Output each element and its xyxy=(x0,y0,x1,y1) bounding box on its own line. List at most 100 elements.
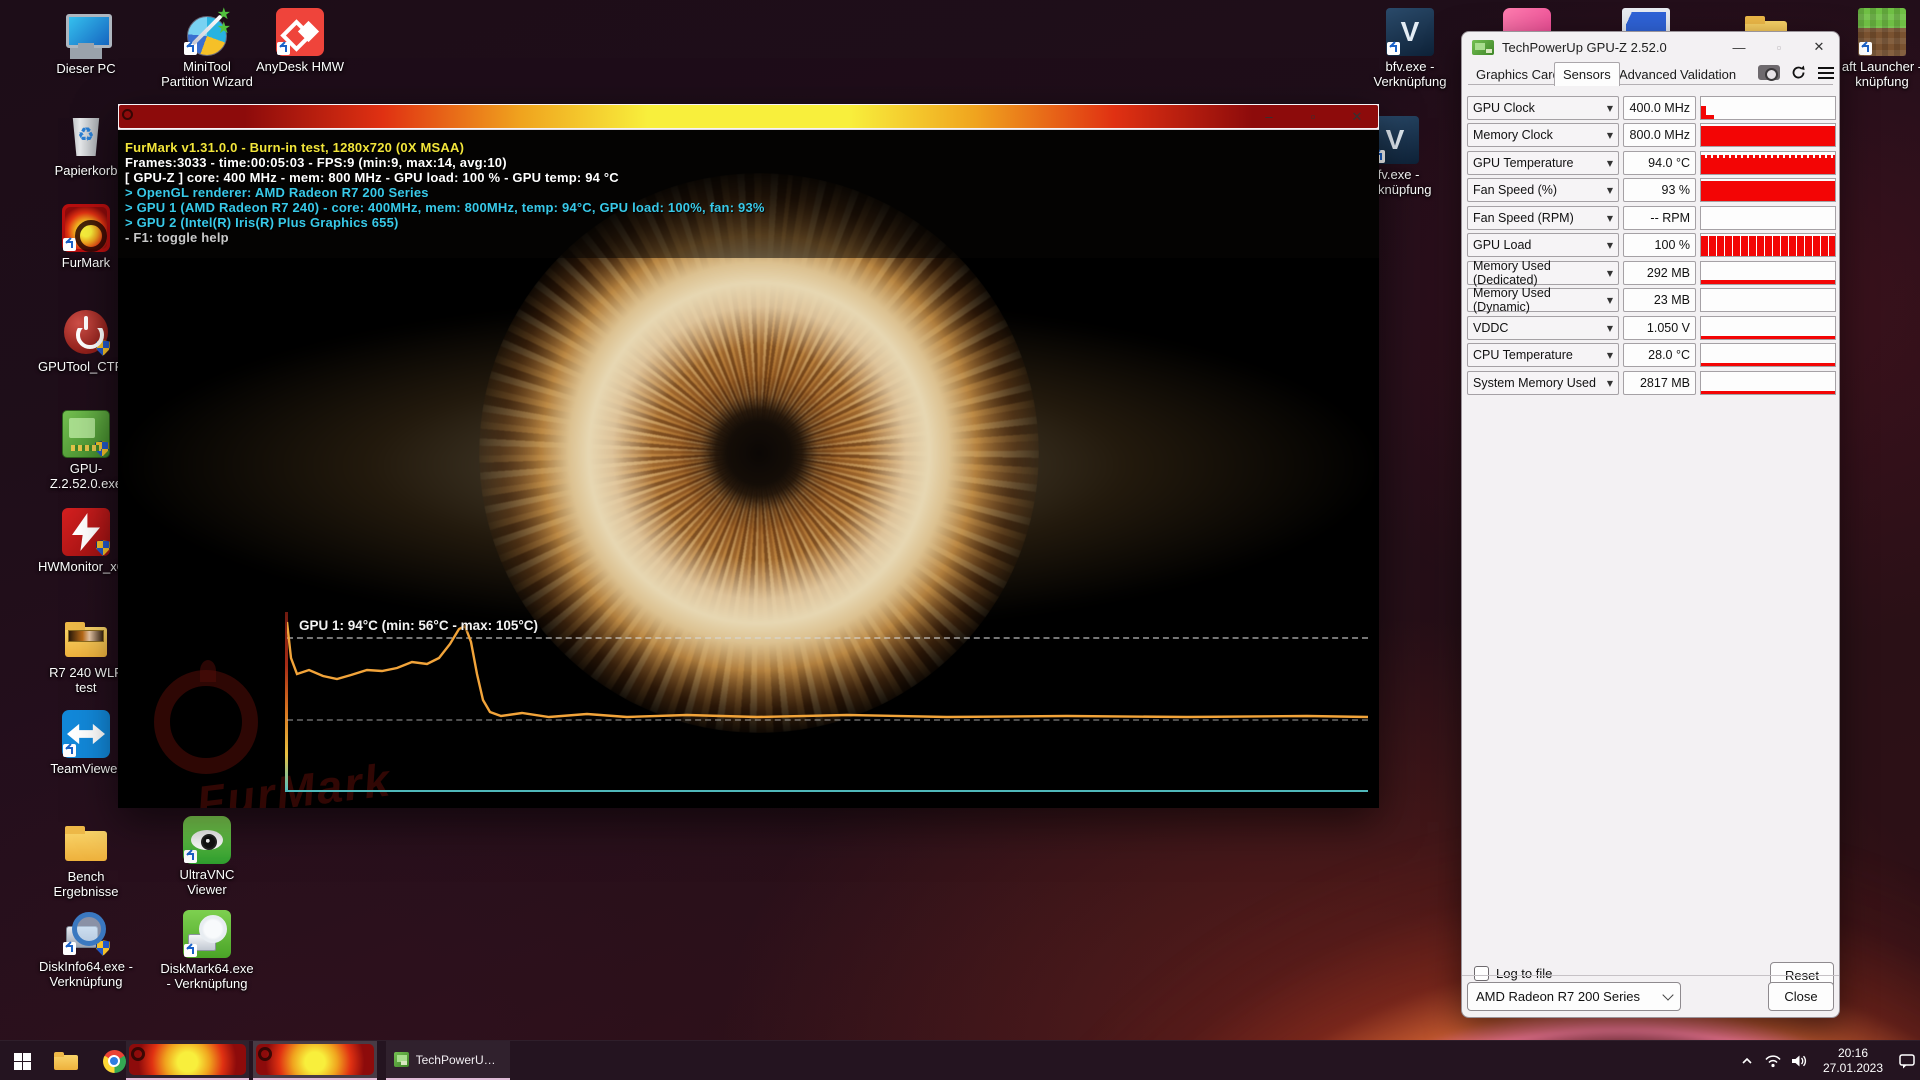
gpu-card-icon xyxy=(62,410,110,458)
desktop-icon-bench-ergebnisse[interactable]: Bench Ergebnisse xyxy=(38,818,134,900)
sensor-select-cpu-temperature[interactable]: CPU Temperature▼ xyxy=(1467,343,1619,367)
close-button[interactable]: ✕ xyxy=(1335,104,1379,129)
lightning-icon xyxy=(62,508,110,556)
sensor-select-gpu-temperature[interactable]: GPU Temperature▼ xyxy=(1467,151,1619,175)
furmark-logo-ring xyxy=(154,670,258,774)
volume-icon[interactable] xyxy=(1786,1041,1812,1080)
windows-logo-icon xyxy=(14,1053,31,1070)
sensor-graph xyxy=(1700,261,1836,285)
anydesk-icon xyxy=(276,8,324,56)
file-explorer-button[interactable] xyxy=(44,1041,88,1080)
sensor-select-gpu-clock[interactable]: GPU Clock▼ xyxy=(1467,96,1619,120)
desktop-icon-label: DiskMark64.exe - Verknüpfung xyxy=(159,961,255,992)
sensor-graph xyxy=(1700,371,1836,395)
sensor-select-memory-used-dedicated[interactable]: Memory Used (Dedicated)▼ xyxy=(1467,261,1619,285)
sensor-select-memory-used-dynamic[interactable]: Memory Used (Dynamic)▼ xyxy=(1467,288,1619,312)
furmark-app-icon xyxy=(124,109,140,125)
tab-sensors[interactable]: Sensors xyxy=(1554,62,1620,86)
dropdown-arrow-icon: ▼ xyxy=(1607,351,1613,360)
sensor-graph xyxy=(1700,233,1836,257)
gpu-select-dropdown[interactable]: AMD Radeon R7 200 Series xyxy=(1467,982,1681,1011)
shortcut-arrow-icon xyxy=(63,744,76,757)
sensor-value: 400.0 MHz xyxy=(1623,96,1696,120)
desktop-icon-label: UltraVNC Viewer xyxy=(159,867,255,898)
osd-line-gpu1: > GPU 1 (AMD Radeon R7 240) - core: 400M… xyxy=(125,200,1379,215)
sensor-graph xyxy=(1700,96,1836,120)
desktop-icon-minecraft-launcher[interactable]: aft Launcher - knüpfung xyxy=(1834,8,1920,90)
clock-date: 27.01.2023 xyxy=(1816,1061,1890,1076)
furmark-render-area: FurMark GPU 1: 94°C (min: 56°C - max: 10… xyxy=(118,130,1379,808)
sensor-value: 2817 MB xyxy=(1623,371,1696,395)
furmark-osd-overlay: FurMark v1.31.0.0 - Burn-in test, 1280x7… xyxy=(118,130,1379,258)
sensor-value: 28.0 °C xyxy=(1623,343,1696,367)
desktop-icon-label: TeamViewer xyxy=(50,761,121,776)
sensor-select-fan-speed-pct[interactable]: Fan Speed (%)▼ xyxy=(1467,178,1619,202)
graph-bottom-axis xyxy=(285,790,1368,792)
sensor-select-system-memory-used[interactable]: System Memory Used▼ xyxy=(1467,371,1619,395)
desktop-icon-label: FurMark xyxy=(62,255,110,270)
furmark-icon xyxy=(261,1050,281,1070)
sensor-graph xyxy=(1700,206,1836,230)
sensor-select-vddc[interactable]: VDDC▼ xyxy=(1467,316,1619,340)
taskbar-clock[interactable]: 20:16 27.01.2023 xyxy=(1816,1046,1890,1076)
disk-magnifier-icon xyxy=(62,908,110,956)
sensor-value: 93 % xyxy=(1623,178,1696,202)
osd-line-title: FurMark v1.31.0.0 - Burn-in test, 1280x7… xyxy=(125,140,1379,155)
desktop-icon-label: Papierkorb xyxy=(55,163,118,178)
shortcut-arrow-icon xyxy=(1387,42,1400,55)
desktop-icon-label: aft Launcher - knüpfung xyxy=(1834,59,1920,90)
clock-time: 20:16 xyxy=(1816,1046,1890,1061)
taskbar-button-gpuz[interactable]: TechPowerUp GPU-... xyxy=(386,1041,510,1080)
osd-line-gpuz: [ GPU-Z ] core: 400 MHz - mem: 800 MHz -… xyxy=(125,170,1379,185)
maximize-button[interactable]: ▫ xyxy=(1291,104,1335,129)
desktop-icon-diskinfo[interactable]: DiskInfo64.exe - Verknüpfung xyxy=(38,908,134,990)
sensor-value: -- RPM xyxy=(1623,206,1696,230)
desktop-icon-bfv[interactable]: bfv.exe - Verknüpfung xyxy=(1362,8,1458,90)
desktop-icon-label: DiskInfo64.exe - Verknüpfung xyxy=(38,959,134,990)
sensor-value: 23 MB xyxy=(1623,288,1696,312)
wifi-icon[interactable] xyxy=(1760,1041,1786,1080)
dropdown-arrow-icon: ▼ xyxy=(1607,159,1613,168)
folder-icon xyxy=(62,614,110,662)
furmark-flame-icon xyxy=(62,204,110,252)
gpu-temperature-graph: GPU 1: 94°C (min: 56°C - max: 105°C) xyxy=(287,612,1368,790)
furmark-window: Geeks3D FurMark v1.31.0.0 - 9FPS, GPU1 t… xyxy=(118,104,1379,808)
close-button-bottom[interactable]: Close xyxy=(1768,982,1834,1011)
desktop-icon-ultravnc[interactable]: UltraVNC Viewer xyxy=(159,816,255,898)
chat-icon[interactable] xyxy=(1894,1041,1920,1080)
desktop-icon-label: MiniTool Partition Wizard xyxy=(159,59,255,90)
desktop-icon-label: bfv.exe - Verknüpfung xyxy=(1362,59,1458,90)
start-button[interactable] xyxy=(0,1041,44,1080)
sensor-select-memory-clock[interactable]: Memory Clock▼ xyxy=(1467,123,1619,147)
shortcut-arrow-icon xyxy=(63,942,76,955)
chrome-icon xyxy=(103,1050,126,1073)
dropdown-arrow-icon: ▼ xyxy=(1607,296,1613,305)
sensor-select-fan-speed-rpm[interactable]: Fan Speed (RPM)▼ xyxy=(1467,206,1619,230)
osd-line-renderer: > OpenGL renderer: AMD Radeon R7 200 Ser… xyxy=(125,185,1379,200)
shortcut-arrow-icon xyxy=(63,238,76,251)
gpuz-window: TechPowerUp GPU-Z 2.52.0 — ▫ ✕ Graphics … xyxy=(1461,31,1840,1018)
desktop-icon-minitool[interactable]: ★ MiniTool Partition Wizard xyxy=(159,8,255,90)
hidden-icons-chevron[interactable] xyxy=(1734,1041,1760,1080)
shortcut-arrow-icon xyxy=(184,944,197,957)
computer-icon xyxy=(62,10,110,58)
dropdown-arrow-icon: ▼ xyxy=(1607,104,1613,113)
dropdown-arrow-icon: ▼ xyxy=(1607,269,1613,278)
desktop-icon-anydesk[interactable]: AnyDesk HMW xyxy=(252,8,348,74)
taskbar-button-furmark-1[interactable]: Geeks3D FurMark 1... xyxy=(126,1041,249,1080)
sensor-graph xyxy=(1700,178,1836,202)
taskbar: Geeks3D FurMark 1... Geeks3D FurMark v..… xyxy=(0,1040,1920,1080)
desktop: Dieser PC Papierkorb FurMark GPUTool_CTP… xyxy=(0,0,1920,1080)
osd-line-gpu2: > GPU 2 (Intel(R) Iris(R) Plus Graphics … xyxy=(125,215,1379,230)
folder-icon xyxy=(54,1052,78,1070)
dropdown-arrow-icon: ▼ xyxy=(1607,324,1613,333)
desktop-icon-dieser-pc[interactable]: Dieser PC xyxy=(38,10,134,76)
folder-icon xyxy=(62,818,110,866)
sensor-value: 292 MB xyxy=(1623,261,1696,285)
taskbar-button-furmark-2[interactable]: Geeks3D FurMark v... xyxy=(253,1041,377,1080)
desktop-icon-diskmark[interactable]: DiskMark64.exe - Verknüpfung xyxy=(159,910,255,992)
minimize-button[interactable]: – xyxy=(1247,104,1291,129)
furmark-titlebar[interactable]: Geeks3D FurMark v1.31.0.0 - 9FPS, GPU1 t… xyxy=(118,104,1379,130)
sensor-select-gpu-load[interactable]: GPU Load▼ xyxy=(1467,233,1619,257)
osd-line-help: - F1: toggle help xyxy=(125,230,1379,245)
